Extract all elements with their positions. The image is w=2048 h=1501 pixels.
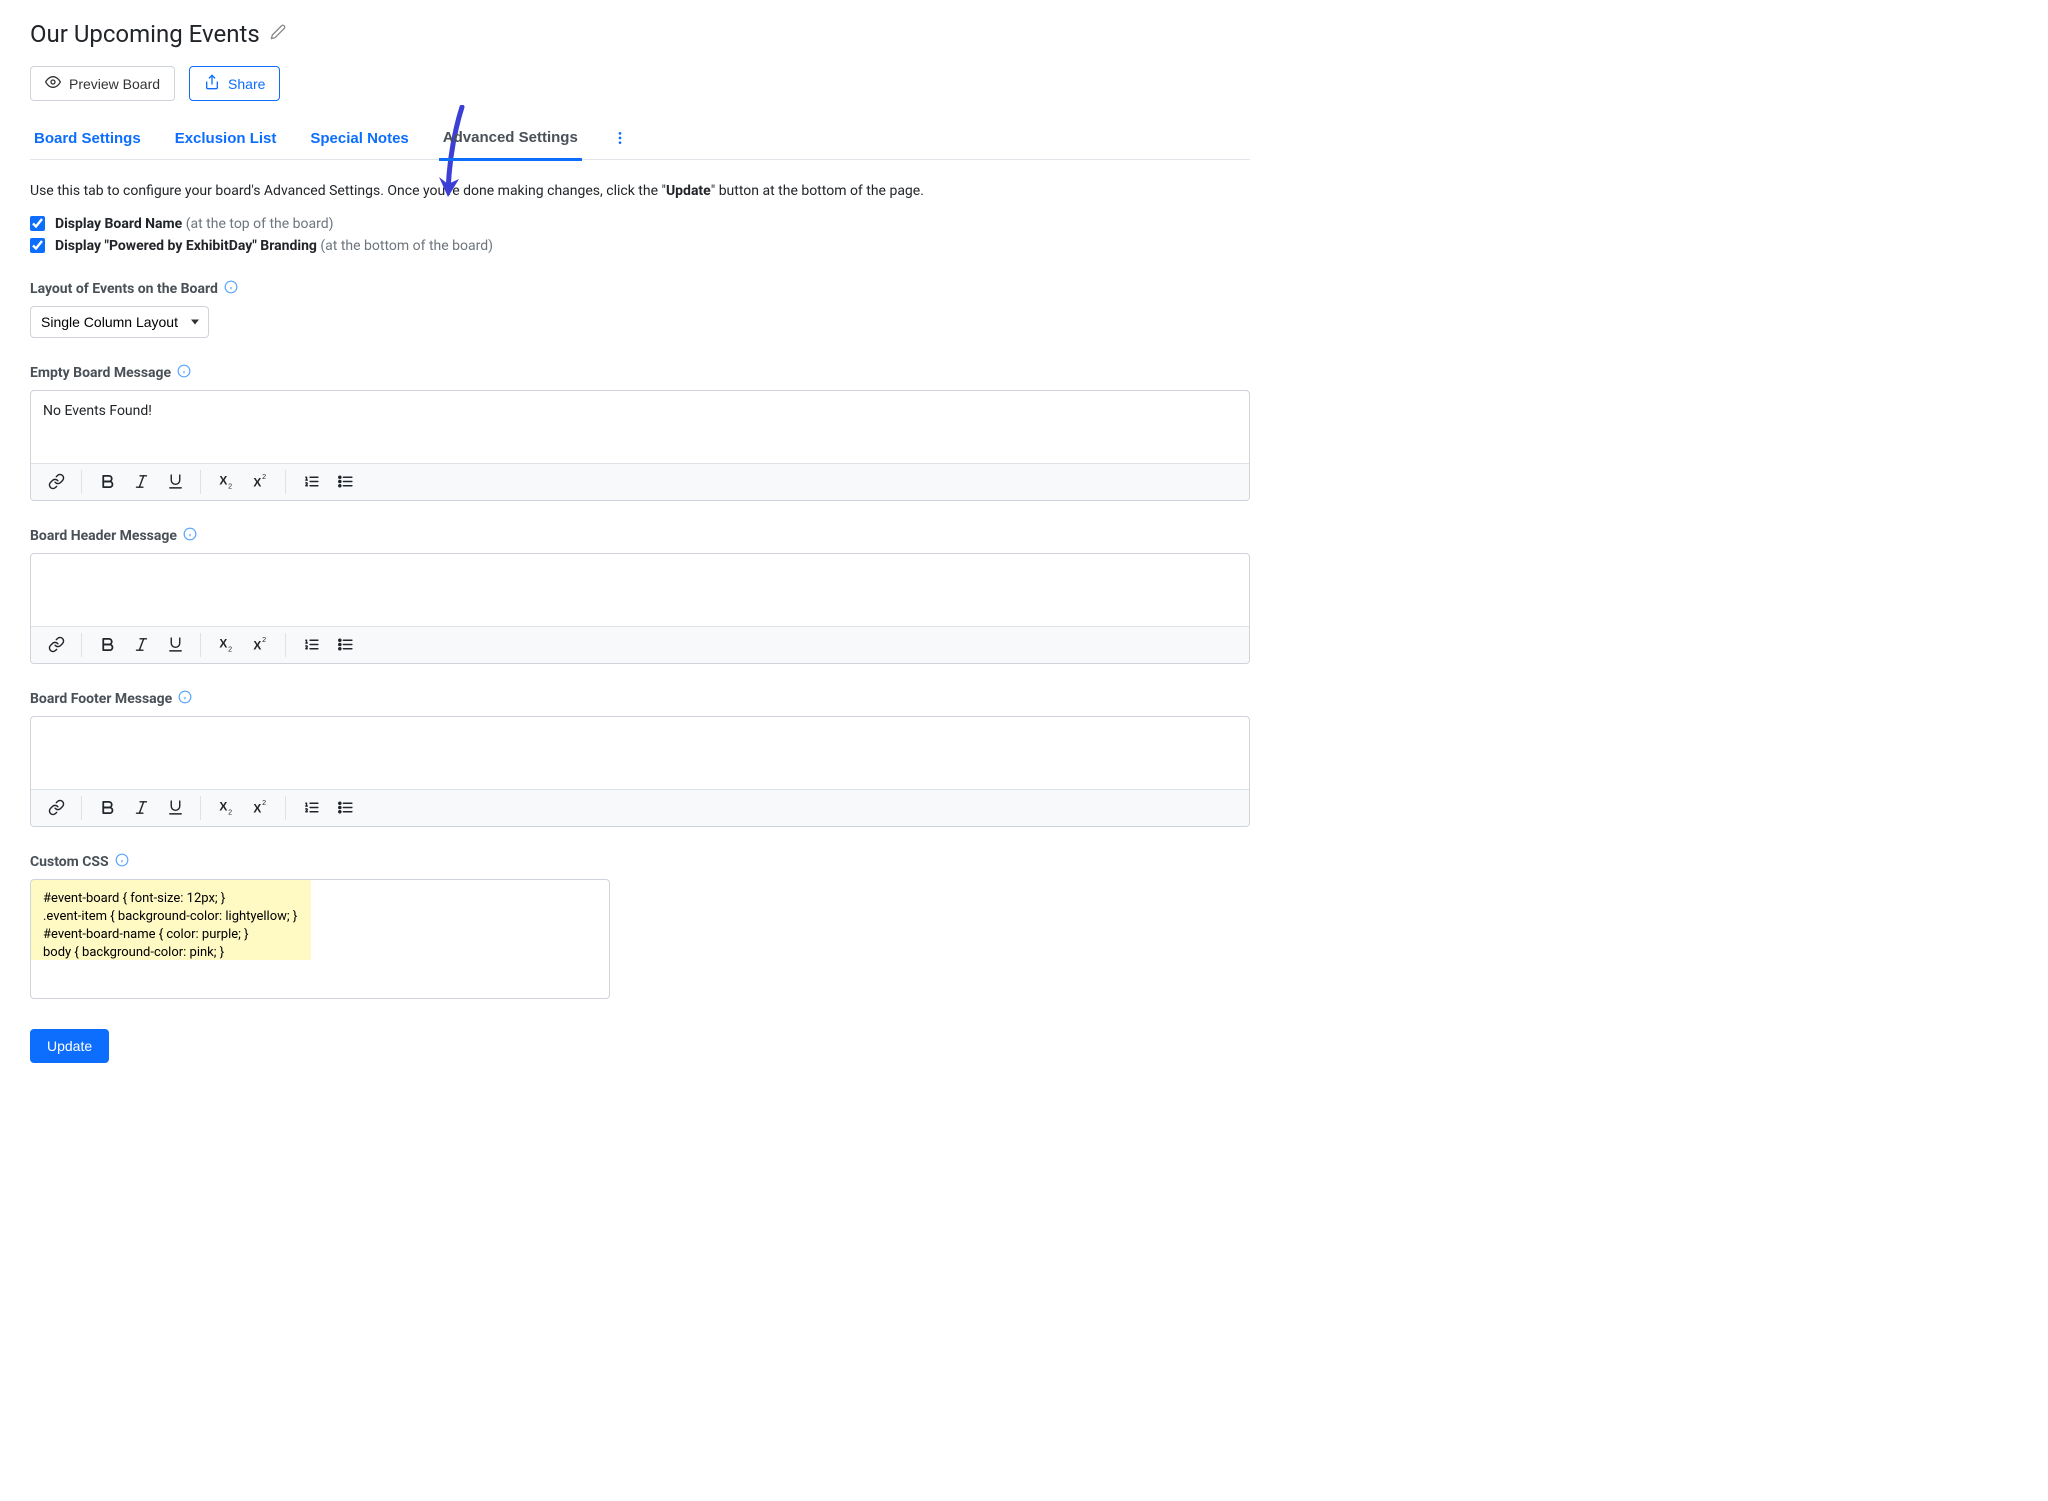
svg-text:2: 2 (228, 646, 232, 654)
svg-text:X: X (219, 474, 227, 488)
edit-title-icon[interactable] (270, 24, 286, 44)
superscript-icon[interactable]: X2 (243, 465, 277, 499)
unordered-list-icon[interactable] (328, 791, 362, 825)
footer-msg-editor[interactable] (31, 717, 1249, 789)
ordered-list-icon[interactable] (294, 465, 328, 499)
info-icon[interactable] (115, 853, 129, 871)
editor-toolbar: X2 X2 (31, 626, 1249, 663)
layout-select[interactable]: Single Column Layout (30, 306, 209, 338)
layout-label: Layout of Events on the Board (30, 281, 218, 297)
empty-board-editor[interactable]: No Events Found! (31, 391, 1249, 463)
svg-text:X: X (253, 475, 261, 489)
svg-text:X: X (219, 800, 227, 814)
custom-css-textarea[interactable] (30, 879, 610, 999)
preview-board-button[interactable]: Preview Board (30, 66, 175, 101)
superscript-icon[interactable]: X2 (243, 628, 277, 662)
share-button[interactable]: Share (189, 66, 280, 101)
more-vert-icon[interactable] (608, 126, 632, 154)
info-icon[interactable] (224, 280, 238, 298)
unordered-list-icon[interactable] (328, 465, 362, 499)
tab-advanced-settings[interactable]: Advanced Settings (439, 121, 582, 161)
underline-icon[interactable] (158, 465, 192, 499)
subscript-icon[interactable]: X2 (209, 791, 243, 825)
preview-board-label: Preview Board (69, 76, 160, 92)
svg-text:X: X (253, 801, 261, 815)
italic-icon[interactable] (124, 465, 158, 499)
tab-exclusion-list[interactable]: Exclusion List (171, 122, 281, 159)
svg-text:2: 2 (228, 809, 232, 817)
superscript-icon[interactable]: X2 (243, 791, 277, 825)
subscript-icon[interactable]: X2 (209, 465, 243, 499)
unordered-list-icon[interactable] (328, 628, 362, 662)
custom-css-label: Custom CSS (30, 854, 109, 870)
info-icon[interactable] (177, 364, 191, 382)
svg-text:2: 2 (228, 483, 232, 491)
italic-icon[interactable] (124, 628, 158, 662)
intro-text: Use this tab to configure your board's A… (30, 182, 1250, 202)
underline-icon[interactable] (158, 628, 192, 662)
share-label: Share (228, 76, 265, 92)
footer-msg-label: Board Footer Message (30, 691, 172, 707)
svg-text:2: 2 (262, 799, 266, 807)
ordered-list-icon[interactable] (294, 628, 328, 662)
bold-icon[interactable] (90, 465, 124, 499)
svg-text:2: 2 (262, 473, 266, 481)
display-board-name-label: Display Board Name (at the top of the bo… (55, 216, 334, 232)
svg-text:2: 2 (262, 636, 266, 644)
share-icon (204, 74, 220, 93)
ordered-list-icon[interactable] (294, 791, 328, 825)
underline-icon[interactable] (158, 791, 192, 825)
empty-board-label: Empty Board Message (30, 365, 171, 381)
link-icon[interactable] (39, 465, 73, 499)
editor-toolbar: X2 X2 (31, 463, 1249, 500)
display-branding-label: Display "Powered by ExhibitDay" Branding… (55, 238, 493, 254)
header-msg-label: Board Header Message (30, 528, 177, 544)
tab-special-notes[interactable]: Special Notes (306, 122, 412, 159)
subscript-icon[interactable]: X2 (209, 628, 243, 662)
eye-icon (45, 74, 61, 93)
display-branding-checkbox[interactable] (30, 238, 45, 253)
link-icon[interactable] (39, 628, 73, 662)
tab-board-settings[interactable]: Board Settings (30, 122, 145, 159)
page-title: Our Upcoming Events (30, 20, 260, 48)
header-msg-editor[interactable] (31, 554, 1249, 626)
svg-text:X: X (219, 637, 227, 651)
bold-icon[interactable] (90, 791, 124, 825)
display-board-name-checkbox[interactable] (30, 216, 45, 231)
link-icon[interactable] (39, 791, 73, 825)
update-button[interactable]: Update (30, 1029, 109, 1063)
svg-text:X: X (253, 638, 261, 652)
bold-icon[interactable] (90, 628, 124, 662)
editor-toolbar: X2 X2 (31, 789, 1249, 826)
italic-icon[interactable] (124, 791, 158, 825)
info-icon[interactable] (178, 690, 192, 708)
info-icon[interactable] (183, 527, 197, 545)
